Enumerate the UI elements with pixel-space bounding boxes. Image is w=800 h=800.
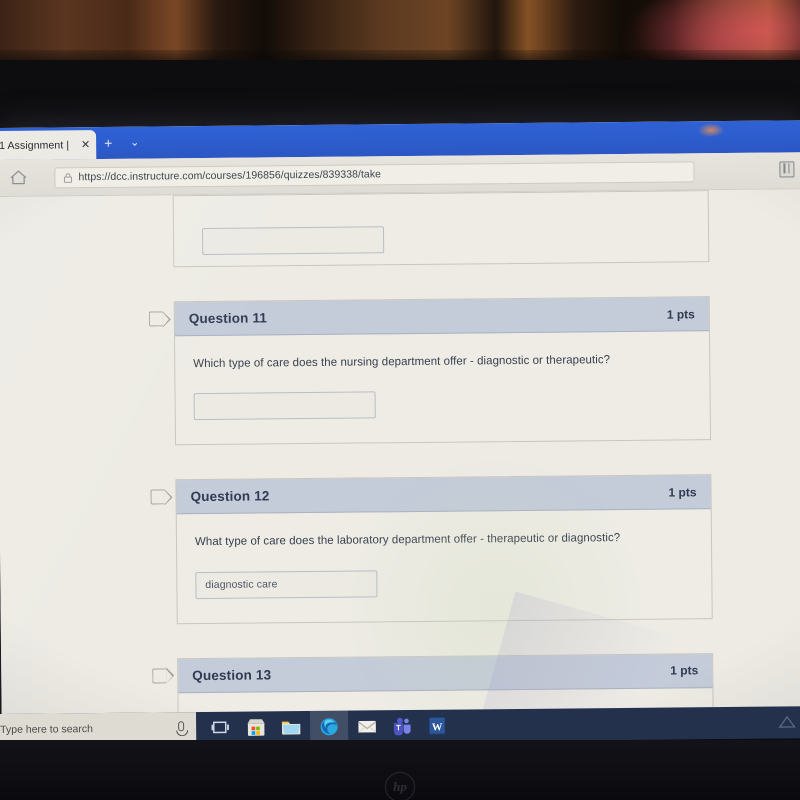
previous-question-card-partial: [172, 190, 710, 268]
question-header: Question 13 1 pts: [178, 653, 713, 693]
microsoft-word-icon[interactable]: W: [426, 715, 448, 737]
question-title: Question 12: [190, 488, 270, 505]
question-points: 1 pts: [668, 485, 697, 500]
answer-input[interactable]: [193, 391, 376, 421]
svg-text:W: W: [432, 722, 443, 733]
answer-input-previous[interactable]: [201, 226, 385, 256]
lock-icon: [63, 172, 73, 183]
microphone-icon[interactable]: [178, 721, 185, 732]
browser-tab-active[interactable]: n 1 Assignment | ✕: [0, 130, 97, 161]
mail-icon[interactable]: [356, 715, 378, 737]
chevron-down-icon[interactable]: ⌄: [130, 136, 139, 149]
canvas-quiz-page: Question 11 1 pts Which type of care doe…: [0, 189, 800, 718]
screen-glare-reflection: [697, 123, 725, 138]
microsoft-teams-icon[interactable]: T: [391, 715, 413, 737]
question-header: Question 12 1 pts: [176, 475, 711, 515]
collections-icon[interactable]: [779, 161, 795, 178]
file-explorer-icon[interactable]: [280, 716, 302, 738]
new-tab-icon[interactable]: +: [104, 135, 112, 151]
question-card: Question 12 1 pts What type of care does…: [150, 474, 713, 624]
taskbar-active-app[interactable]: [0, 710, 349, 752]
question-card: Question 11 1 pts Which type of care doe…: [148, 296, 712, 446]
question-title: Question 13: [192, 666, 272, 683]
microsoft-store-icon[interactable]: [245, 716, 267, 738]
task-view-icon[interactable]: [210, 717, 232, 739]
flag-question-icon[interactable]: [148, 311, 163, 327]
question-body: Which type of care does the nursing depa…: [175, 331, 710, 444]
question-text: Which type of care does the nursing depa…: [193, 354, 611, 371]
question-body: What type of care does the laboratory de…: [177, 509, 712, 622]
home-icon[interactable]: [8, 168, 28, 188]
search-placeholder: Type here to search: [0, 723, 94, 736]
flag-question-icon[interactable]: [152, 667, 167, 684]
question-header: Question 11 1 pts: [174, 297, 709, 337]
svg-text:T: T: [396, 723, 401, 732]
question-title: Question 11: [188, 310, 268, 327]
system-tray-icon[interactable]: [776, 711, 798, 733]
microsoft-edge-icon[interactable]: [318, 716, 340, 738]
browser-window: n 1 Assignment | ✕ + ⌄ https://dcc.instr…: [0, 120, 800, 718]
answer-input[interactable]: diagnostic care: [195, 569, 378, 599]
question-points: 1 pts: [670, 663, 699, 678]
address-bar[interactable]: https://dcc.instructure.com/courses/1968…: [54, 160, 695, 188]
close-icon[interactable]: ✕: [78, 138, 90, 151]
quiz-question-list: Question 11 1 pts Which type of care doe…: [148, 190, 714, 718]
tab-title: n 1 Assignment |: [0, 138, 70, 152]
question-points: 1 pts: [666, 306, 695, 322]
answer-value: diagnostic care: [205, 578, 278, 592]
taskbar-icon-list: T W: [0, 710, 448, 752]
question-text: What type of care does the laboratory de…: [194, 532, 621, 549]
hp-logo: hp: [385, 772, 415, 800]
url-text: https://dcc.instructure.com/courses/1968…: [78, 168, 382, 184]
flag-question-icon[interactable]: [150, 489, 165, 505]
